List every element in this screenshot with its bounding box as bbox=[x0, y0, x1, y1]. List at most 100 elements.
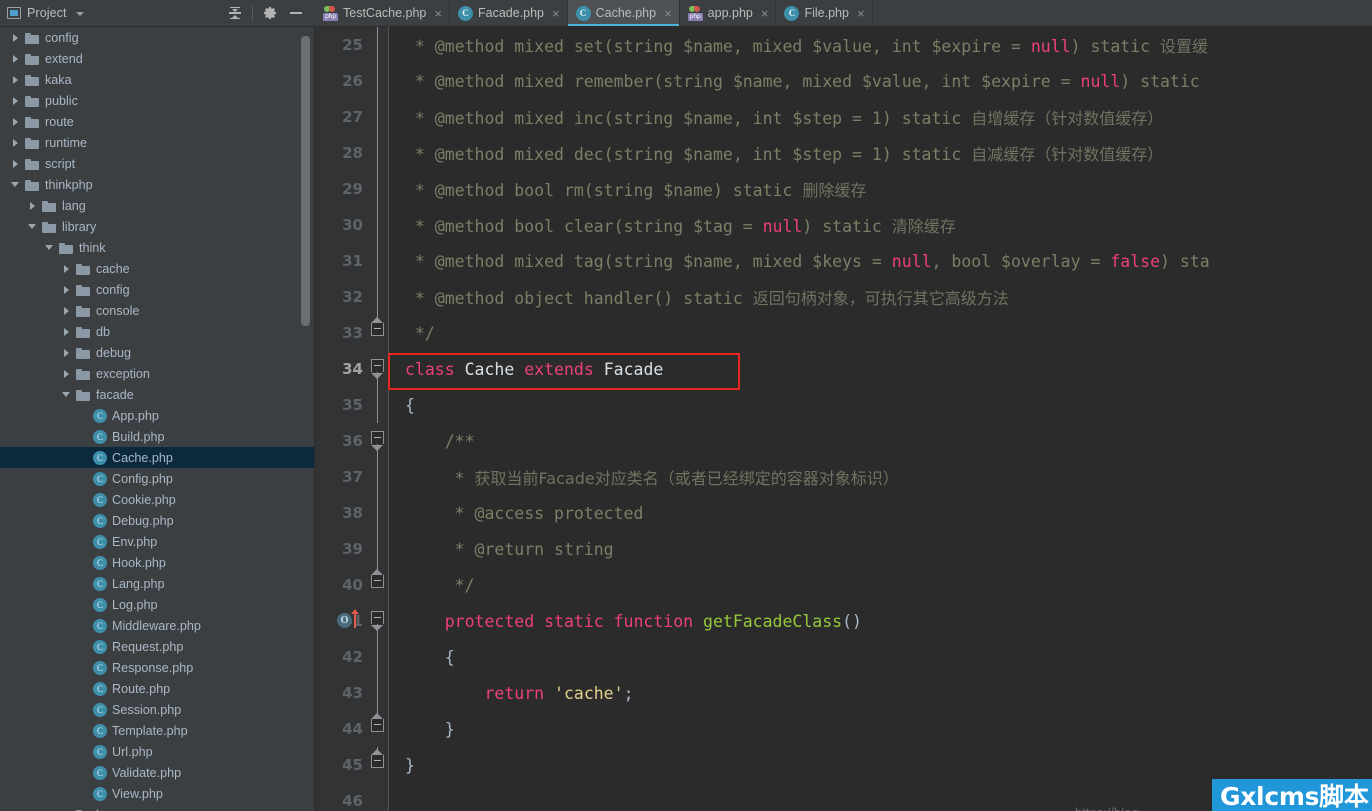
tree-file-cookie-php[interactable]: C Cookie.php bbox=[0, 489, 315, 510]
editor-tab-file-php[interactable]: C File.php × bbox=[776, 0, 873, 26]
tree-file-lang-php[interactable]: C Lang.php bbox=[0, 573, 315, 594]
fold-gutter-marker[interactable] bbox=[367, 351, 387, 387]
code-line[interactable]: 36 /** bbox=[315, 423, 1372, 459]
code-line[interactable]: 40 */ bbox=[315, 567, 1372, 603]
tree-folder-debug[interactable]: debug bbox=[0, 342, 315, 363]
code-line[interactable]: 33 */ bbox=[315, 315, 1372, 351]
tree-folder-db[interactable]: db bbox=[0, 321, 315, 342]
minimize-button[interactable] bbox=[283, 0, 309, 26]
fold-gutter-marker[interactable] bbox=[367, 747, 387, 783]
chevron-right-icon[interactable] bbox=[10, 158, 21, 169]
settings-button[interactable] bbox=[257, 0, 283, 26]
fold-gutter-marker[interactable] bbox=[367, 207, 387, 243]
code-line[interactable]: 26 * @method mixed remember(string $name… bbox=[315, 63, 1372, 99]
chevron-right-icon[interactable] bbox=[10, 53, 21, 64]
code-line[interactable]: 25 * @method mixed set(string $name, mix… bbox=[315, 27, 1372, 63]
tree-file-route-php[interactable]: C Route.php bbox=[0, 678, 315, 699]
chevron-right-icon[interactable] bbox=[61, 305, 72, 316]
close-icon[interactable]: × bbox=[552, 7, 560, 20]
code-editor[interactable]: 25 * @method mixed set(string $name, mix… bbox=[315, 27, 1372, 811]
code-line[interactable]: 31 * @method mixed tag(string $name, mix… bbox=[315, 243, 1372, 279]
tree-file-url-php[interactable]: C Url.php bbox=[0, 741, 315, 762]
close-icon[interactable]: × bbox=[434, 7, 442, 20]
tree-folder-config[interactable]: config bbox=[0, 27, 315, 48]
code-line[interactable]: 37 * 获取当前Facade对应类名（或者已经绑定的容器对象标识） bbox=[315, 459, 1372, 495]
code-line[interactable]: 32 * @method object handler() static 返回句… bbox=[315, 279, 1372, 315]
editor-tab-app-php[interactable]: php app.php × bbox=[680, 0, 777, 26]
tree-folder-runtime[interactable]: runtime bbox=[0, 132, 315, 153]
code-line[interactable]: 42 { bbox=[315, 639, 1372, 675]
tree-file-log-php[interactable]: C Log.php bbox=[0, 594, 315, 615]
tree-folder-config[interactable]: config bbox=[0, 279, 315, 300]
chevron-right-icon[interactable] bbox=[10, 74, 21, 85]
tree-folder-think[interactable]: think bbox=[0, 237, 315, 258]
code-line[interactable]: 45} bbox=[315, 747, 1372, 783]
fold-gutter-marker[interactable] bbox=[367, 495, 387, 531]
tree-file-hook-php[interactable]: C Hook.php bbox=[0, 552, 315, 573]
tree-folder-script[interactable]: script bbox=[0, 153, 315, 174]
fold-gutter-marker[interactable] bbox=[367, 315, 387, 351]
collapse-all-button[interactable] bbox=[222, 0, 248, 26]
chevron-right-icon[interactable] bbox=[10, 95, 21, 106]
project-panel-title[interactable]: Project bbox=[0, 6, 84, 20]
tree-folder-thinkphp[interactable]: thinkphp bbox=[0, 174, 315, 195]
code-line[interactable]: 38 * @access protected bbox=[315, 495, 1372, 531]
fold-gutter-marker[interactable] bbox=[367, 135, 387, 171]
chevron-right-icon[interactable] bbox=[27, 200, 38, 211]
tree-file-validate-php[interactable]: C Validate.php bbox=[0, 762, 315, 783]
tree-file-debug-php[interactable]: C Debug.php bbox=[0, 510, 315, 531]
tree-folder-exception[interactable]: exception bbox=[0, 363, 315, 384]
sidebar-scrollbar-thumb[interactable] bbox=[301, 36, 310, 326]
tree-file-session-php[interactable]: C Session.php bbox=[0, 699, 315, 720]
close-icon[interactable]: × bbox=[857, 7, 865, 20]
tree-file-response-php[interactable]: C Response.php bbox=[0, 657, 315, 678]
fold-gutter-marker[interactable] bbox=[367, 243, 387, 279]
chevron-down-icon[interactable] bbox=[61, 389, 72, 400]
chevron-right-icon[interactable] bbox=[61, 284, 72, 295]
chevron-right-icon[interactable] bbox=[10, 32, 21, 43]
tree-folder-facade[interactable]: facade bbox=[0, 384, 315, 405]
fold-gutter-marker[interactable] bbox=[367, 63, 387, 99]
tree-file-config-php[interactable]: C Config.php bbox=[0, 468, 315, 489]
chevron-right-icon[interactable] bbox=[10, 116, 21, 127]
fold-gutter-marker[interactable] bbox=[367, 99, 387, 135]
chevron-right-icon[interactable] bbox=[10, 137, 21, 148]
tree-file-middleware-php[interactable]: C Middleware.php bbox=[0, 615, 315, 636]
tree-folder-log[interactable]: log bbox=[0, 804, 315, 811]
code-line[interactable]: 39 * @return string bbox=[315, 531, 1372, 567]
project-tree-panel[interactable]: config extend kaka public route runtime script… bbox=[0, 27, 315, 811]
editor-tab-cache-php[interactable]: C Cache.php × bbox=[567, 0, 680, 26]
tree-file-request-php[interactable]: C Request.php bbox=[0, 636, 315, 657]
code-line[interactable]: 35 { bbox=[315, 387, 1372, 423]
chevron-right-icon[interactable] bbox=[61, 263, 72, 274]
code-line[interactable]: 30 * @method bool clear(string $tag = nu… bbox=[315, 207, 1372, 243]
code-line[interactable]: 44 } bbox=[315, 711, 1372, 747]
chevron-right-icon[interactable] bbox=[61, 368, 72, 379]
fold-gutter-marker[interactable] bbox=[367, 567, 387, 603]
editor-tab-testcache-php[interactable]: php TestCache.php × bbox=[315, 0, 450, 26]
fold-gutter-marker[interactable] bbox=[367, 711, 387, 747]
fold-gutter-marker[interactable] bbox=[367, 171, 387, 207]
fold-gutter-marker[interactable] bbox=[367, 783, 387, 811]
tree-file-cache-php[interactable]: C Cache.php bbox=[0, 447, 315, 468]
fold-gutter-marker[interactable] bbox=[367, 27, 387, 63]
close-icon[interactable]: × bbox=[761, 7, 769, 20]
tree-folder-extend[interactable]: extend bbox=[0, 48, 315, 69]
fold-gutter-marker[interactable] bbox=[367, 675, 387, 711]
fold-gutter-marker[interactable] bbox=[367, 639, 387, 675]
code-line[interactable]: 28 * @method mixed dec(string $name, int… bbox=[315, 135, 1372, 171]
code-line[interactable]: 34 class Cache extends Facade bbox=[315, 351, 1372, 387]
code-line[interactable]: 29 * @method bool rm(string $name) stati… bbox=[315, 171, 1372, 207]
tree-folder-cache[interactable]: cache bbox=[0, 258, 315, 279]
tree-file-view-php[interactable]: C View.php bbox=[0, 783, 315, 804]
chevron-down-icon[interactable] bbox=[27, 221, 38, 232]
tree-folder-lang[interactable]: lang bbox=[0, 195, 315, 216]
tree-folder-console[interactable]: console bbox=[0, 300, 315, 321]
code-line[interactable]: 41 O protected static function getFacadeC… bbox=[315, 603, 1372, 639]
tree-file-template-php[interactable]: C Template.php bbox=[0, 720, 315, 741]
editor-tab-facade-php[interactable]: C Facade.php × bbox=[450, 0, 568, 26]
code-line[interactable]: 27 * @method mixed inc(string $name, int… bbox=[315, 99, 1372, 135]
fold-gutter-marker[interactable] bbox=[367, 459, 387, 495]
fold-gutter-marker[interactable] bbox=[367, 279, 387, 315]
chevron-right-icon[interactable] bbox=[61, 347, 72, 358]
